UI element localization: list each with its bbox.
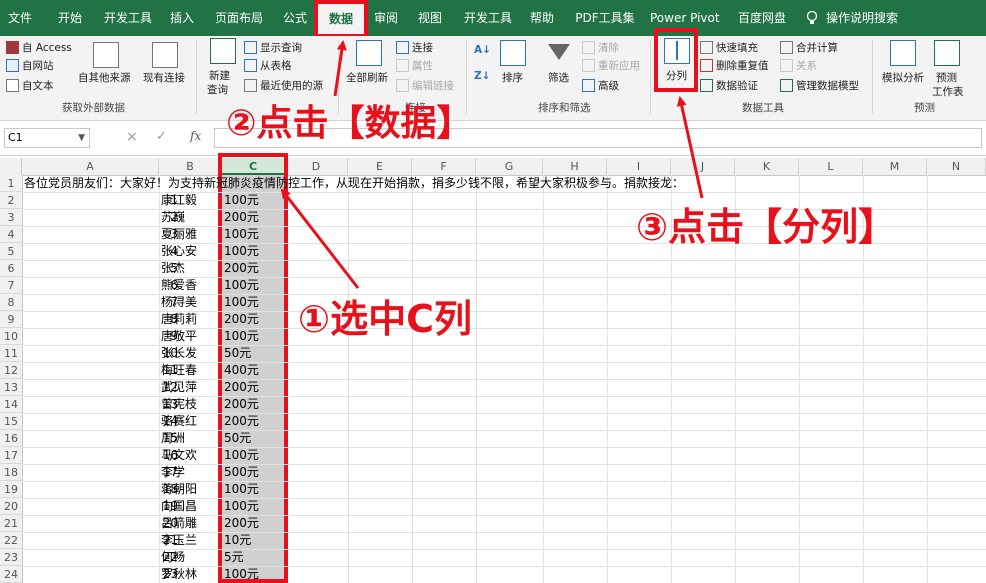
arrow-to-data-tab bbox=[333, 40, 347, 97]
annotation-arrows bbox=[280, 40, 704, 289]
arrow-to-column-c bbox=[280, 188, 360, 289]
arrow-to-text-to-columns bbox=[676, 96, 704, 199]
